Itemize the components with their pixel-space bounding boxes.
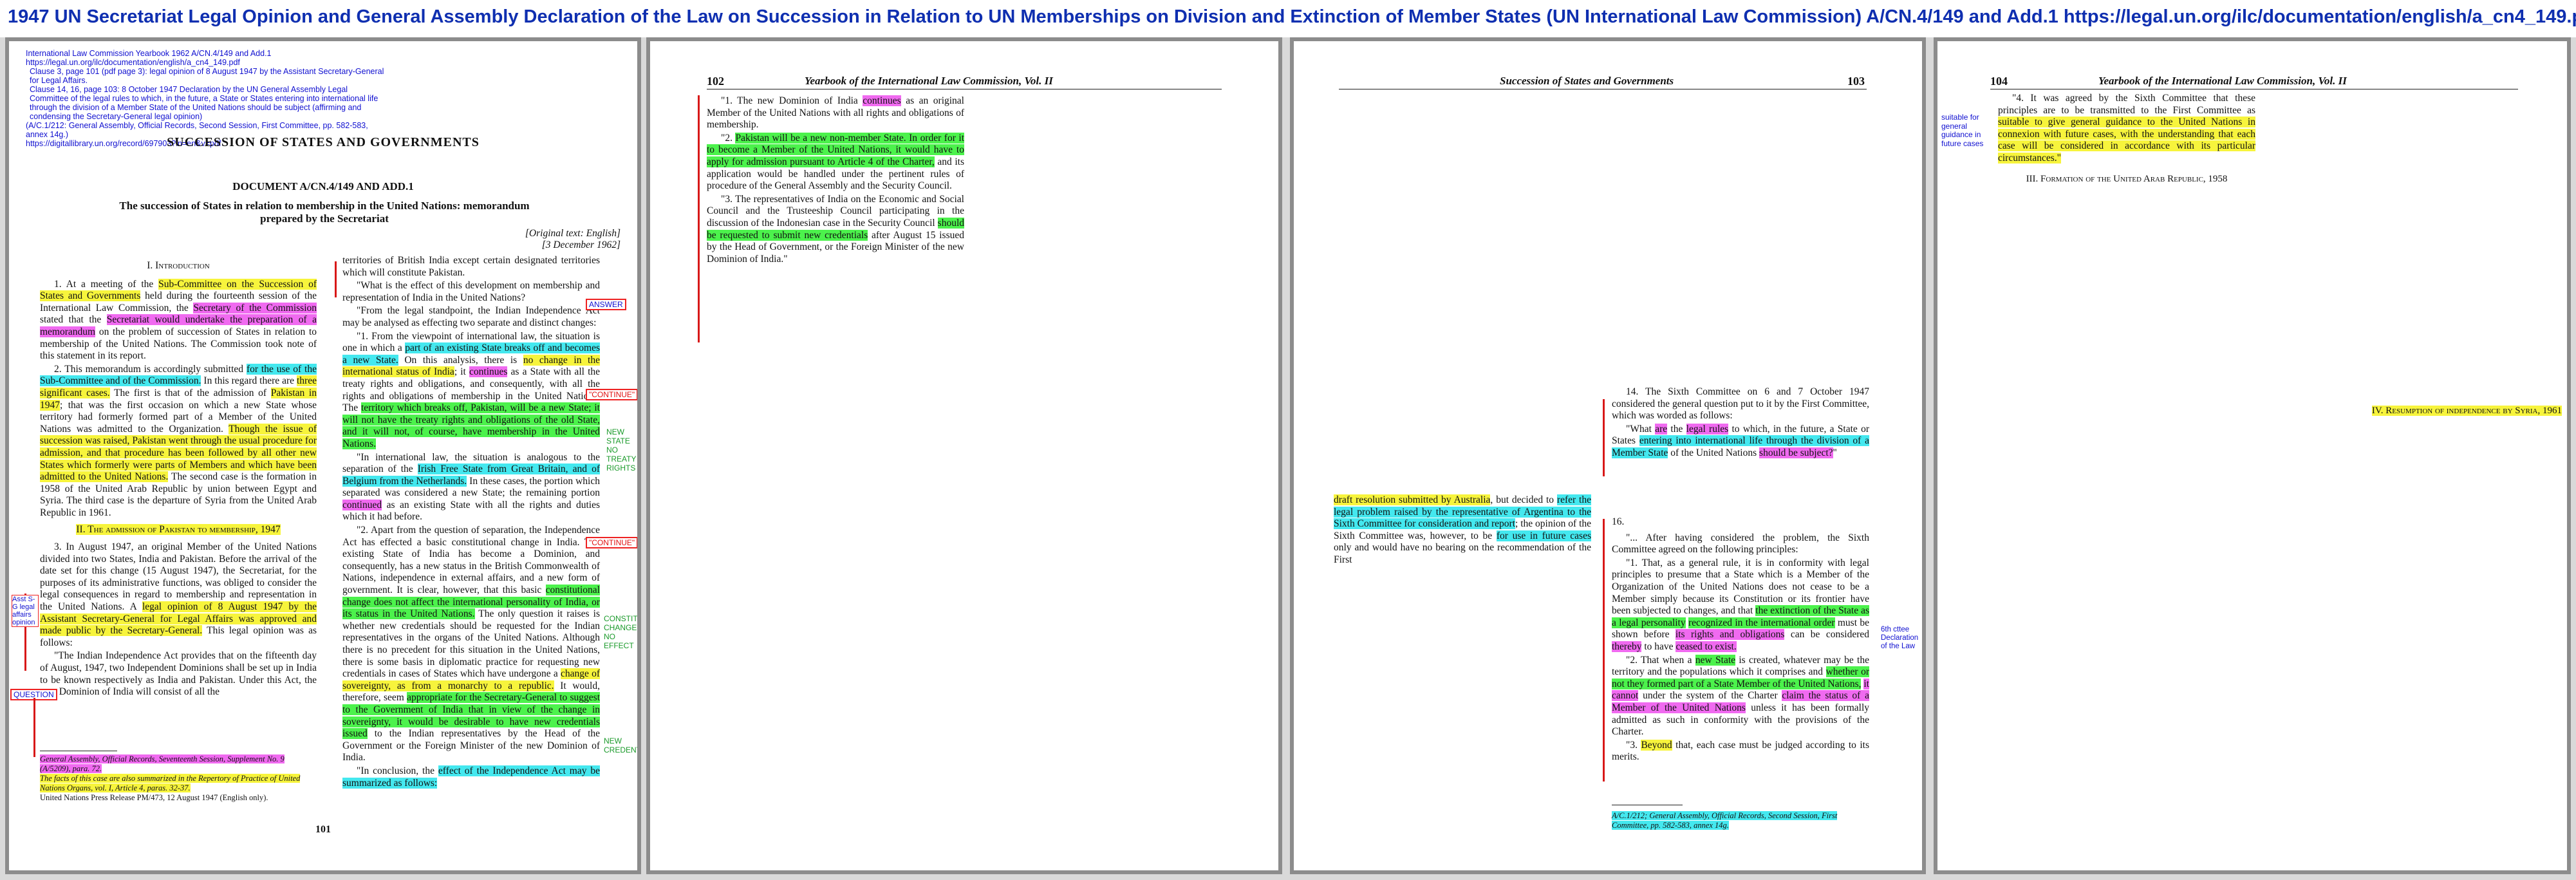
quote-item-3: "3. The representatives of India on the …	[707, 193, 964, 265]
page-number: 101	[315, 824, 331, 835]
running-header: Yearbook of the International Law Commis…	[2098, 75, 2347, 87]
annotation-opinion: Asst S-G legal affairs opinion	[12, 595, 39, 627]
footnote-1: General Assembly, Official Records, Seve…	[40, 754, 285, 773]
legal-opinion-quote: "The Indian Independence Act provides th…	[40, 650, 317, 698]
source-note-clause-3[interactable]: Clause 3, page 101 (pdf page 3): legal o…	[26, 67, 386, 85]
section-uar: III. Formation of the United Arab Republ…	[2026, 174, 2228, 184]
quote-column: "1. The new Dominion of India continues …	[707, 95, 965, 267]
annotation-answer: ANSWER	[586, 299, 626, 310]
paragraph-16: 16. "... After having considered the pro…	[1612, 516, 1869, 765]
footnotes: General Assembly, Official Records, Seve…	[40, 754, 317, 803]
paragraph-r3: "From the legal standpoint, the Indian I…	[342, 305, 600, 328]
page-101: International Law Commission Yearbook 19…	[5, 37, 641, 874]
source-notes: International Law Commission Yearbook 19…	[26, 49, 386, 148]
paragraph-16-number: 16.	[1612, 516, 1625, 527]
margin-bar	[698, 95, 700, 342]
paragraph-14: 14. The Sixth Committee on 6 and 7 Octob…	[1612, 386, 1869, 458]
paragraph-r5: "In international law, the situation is …	[342, 451, 600, 523]
annotation-continue-2: "CONTINUE"	[586, 537, 637, 548]
title-bar: 1947 UN Secretariat Legal Opinion and Ge…	[0, 0, 2576, 37]
left-column: I. Introduction 1. At a meeting of the S…	[40, 255, 317, 700]
principle-2: "2. That when a new State is created, wh…	[1612, 654, 1870, 738]
paragraph-1: 1. At a meeting of the Sub-Committee on …	[40, 278, 317, 362]
document-subtitle: The succession of States in relation to …	[119, 200, 530, 225]
original-text-note: [Original text: English] [3 December 196…	[408, 228, 621, 251]
right-column: territories of British India except cert…	[342, 255, 600, 791]
quote-item-1: "1. The new Dominion of India continues …	[707, 95, 964, 131]
heading: SUCCESSION OF STATES AND GOVERNMENTS	[167, 135, 480, 149]
paragraph-r7: "In conclusion, the effect of the Indepe…	[342, 765, 600, 789]
page-103: Succession of States and Governments 103…	[1290, 37, 1926, 874]
annotation-guidance: suitable for general guidance in future …	[1941, 113, 1984, 148]
footnote: A/C.1/212; General Assembly, Official Re…	[1612, 811, 1838, 830]
page-number: 103	[1847, 75, 1865, 88]
section-syria: IV. Resumption of independence by Syria,…	[2371, 406, 2562, 416]
running-header: Succession of States and Governments	[1500, 75, 1674, 87]
margin-bar-14	[1603, 399, 1605, 476]
principle-3: "3. Beyond that, each case must be judge…	[1612, 739, 1870, 763]
paragraph-3: 3. In August 1947, an original Member of…	[40, 541, 317, 648]
document-number: DOCUMENT A/CN.4/149 AND ADD.1	[232, 180, 414, 192]
section-introduction: I. Introduction	[147, 260, 210, 271]
document-date: [3 December 1962]	[541, 239, 621, 250]
page-102: 102 Yearbook of the International Law Co…	[646, 37, 1282, 874]
footnote-3: United Nations Press Release PM/473, 12 …	[40, 793, 268, 802]
paragraph-2: 2. This memorandum is accordingly submit…	[40, 363, 317, 518]
draft-resolution-paragraph: draft resolution submitted by Australia,…	[1334, 494, 1592, 565]
footnote-2: The facts of this case are also summariz…	[40, 774, 301, 792]
annotation-continue-1: "CONTINUE"	[586, 389, 637, 400]
paragraph-r4: "1. From the viewpoint of international …	[342, 330, 601, 449]
page-number: 104	[1990, 75, 2008, 88]
paragraph-r6: "2. Apart from the question of separatio…	[342, 525, 600, 763]
paragraph-r1: territories of British India except cert…	[342, 255, 600, 278]
margin-bar-16	[1603, 519, 1605, 782]
source-note-yearbook[interactable]: International Law Commission Yearbook 19…	[26, 49, 386, 67]
paragraph-4: "4. It was agreed by the Sixth Committee…	[1998, 93, 2255, 164]
question-quote: "What are the legal rules to which, in t…	[1612, 423, 1869, 458]
margin-bar-r1	[335, 261, 337, 297]
annotation-new-state: NEW STATE NO TREATY RIGHTS	[606, 427, 637, 473]
section-pakistan: II. The admission of Pakistan to members…	[76, 524, 281, 536]
annotation-constitution: CONSTITUTION CHANGE NO EFFECT	[604, 614, 638, 650]
quote-item-2: "2. Pakistan will be a new non-member St…	[707, 132, 965, 192]
annotation-declaration: 6th cttee Declaration of the Law	[1881, 626, 1919, 650]
original-language: [Original text: English]	[525, 228, 621, 239]
principle-1: "1. That, as a general rule, it is in co…	[1612, 557, 1870, 652]
margin-bar-question	[33, 698, 35, 757]
running-header: Yearbook of the International Law Commis…	[805, 75, 1053, 87]
page-104: 104 Yearbook of the International Law Co…	[1934, 37, 2571, 874]
principles-intro: "... After having considered the problem…	[1612, 532, 1869, 556]
source-note-clause-14-16[interactable]: Clause 14, 16, page 103: 8 October 1947 …	[26, 85, 386, 121]
annotation-credentials: NEW CREDENTIALS	[604, 736, 641, 754]
page-number: 102	[707, 75, 724, 88]
paragraph-r2: "What is the effect of this development …	[342, 280, 600, 303]
document-title: 1947 UN Secretariat Legal Opinion and Ge…	[8, 6, 2576, 27]
